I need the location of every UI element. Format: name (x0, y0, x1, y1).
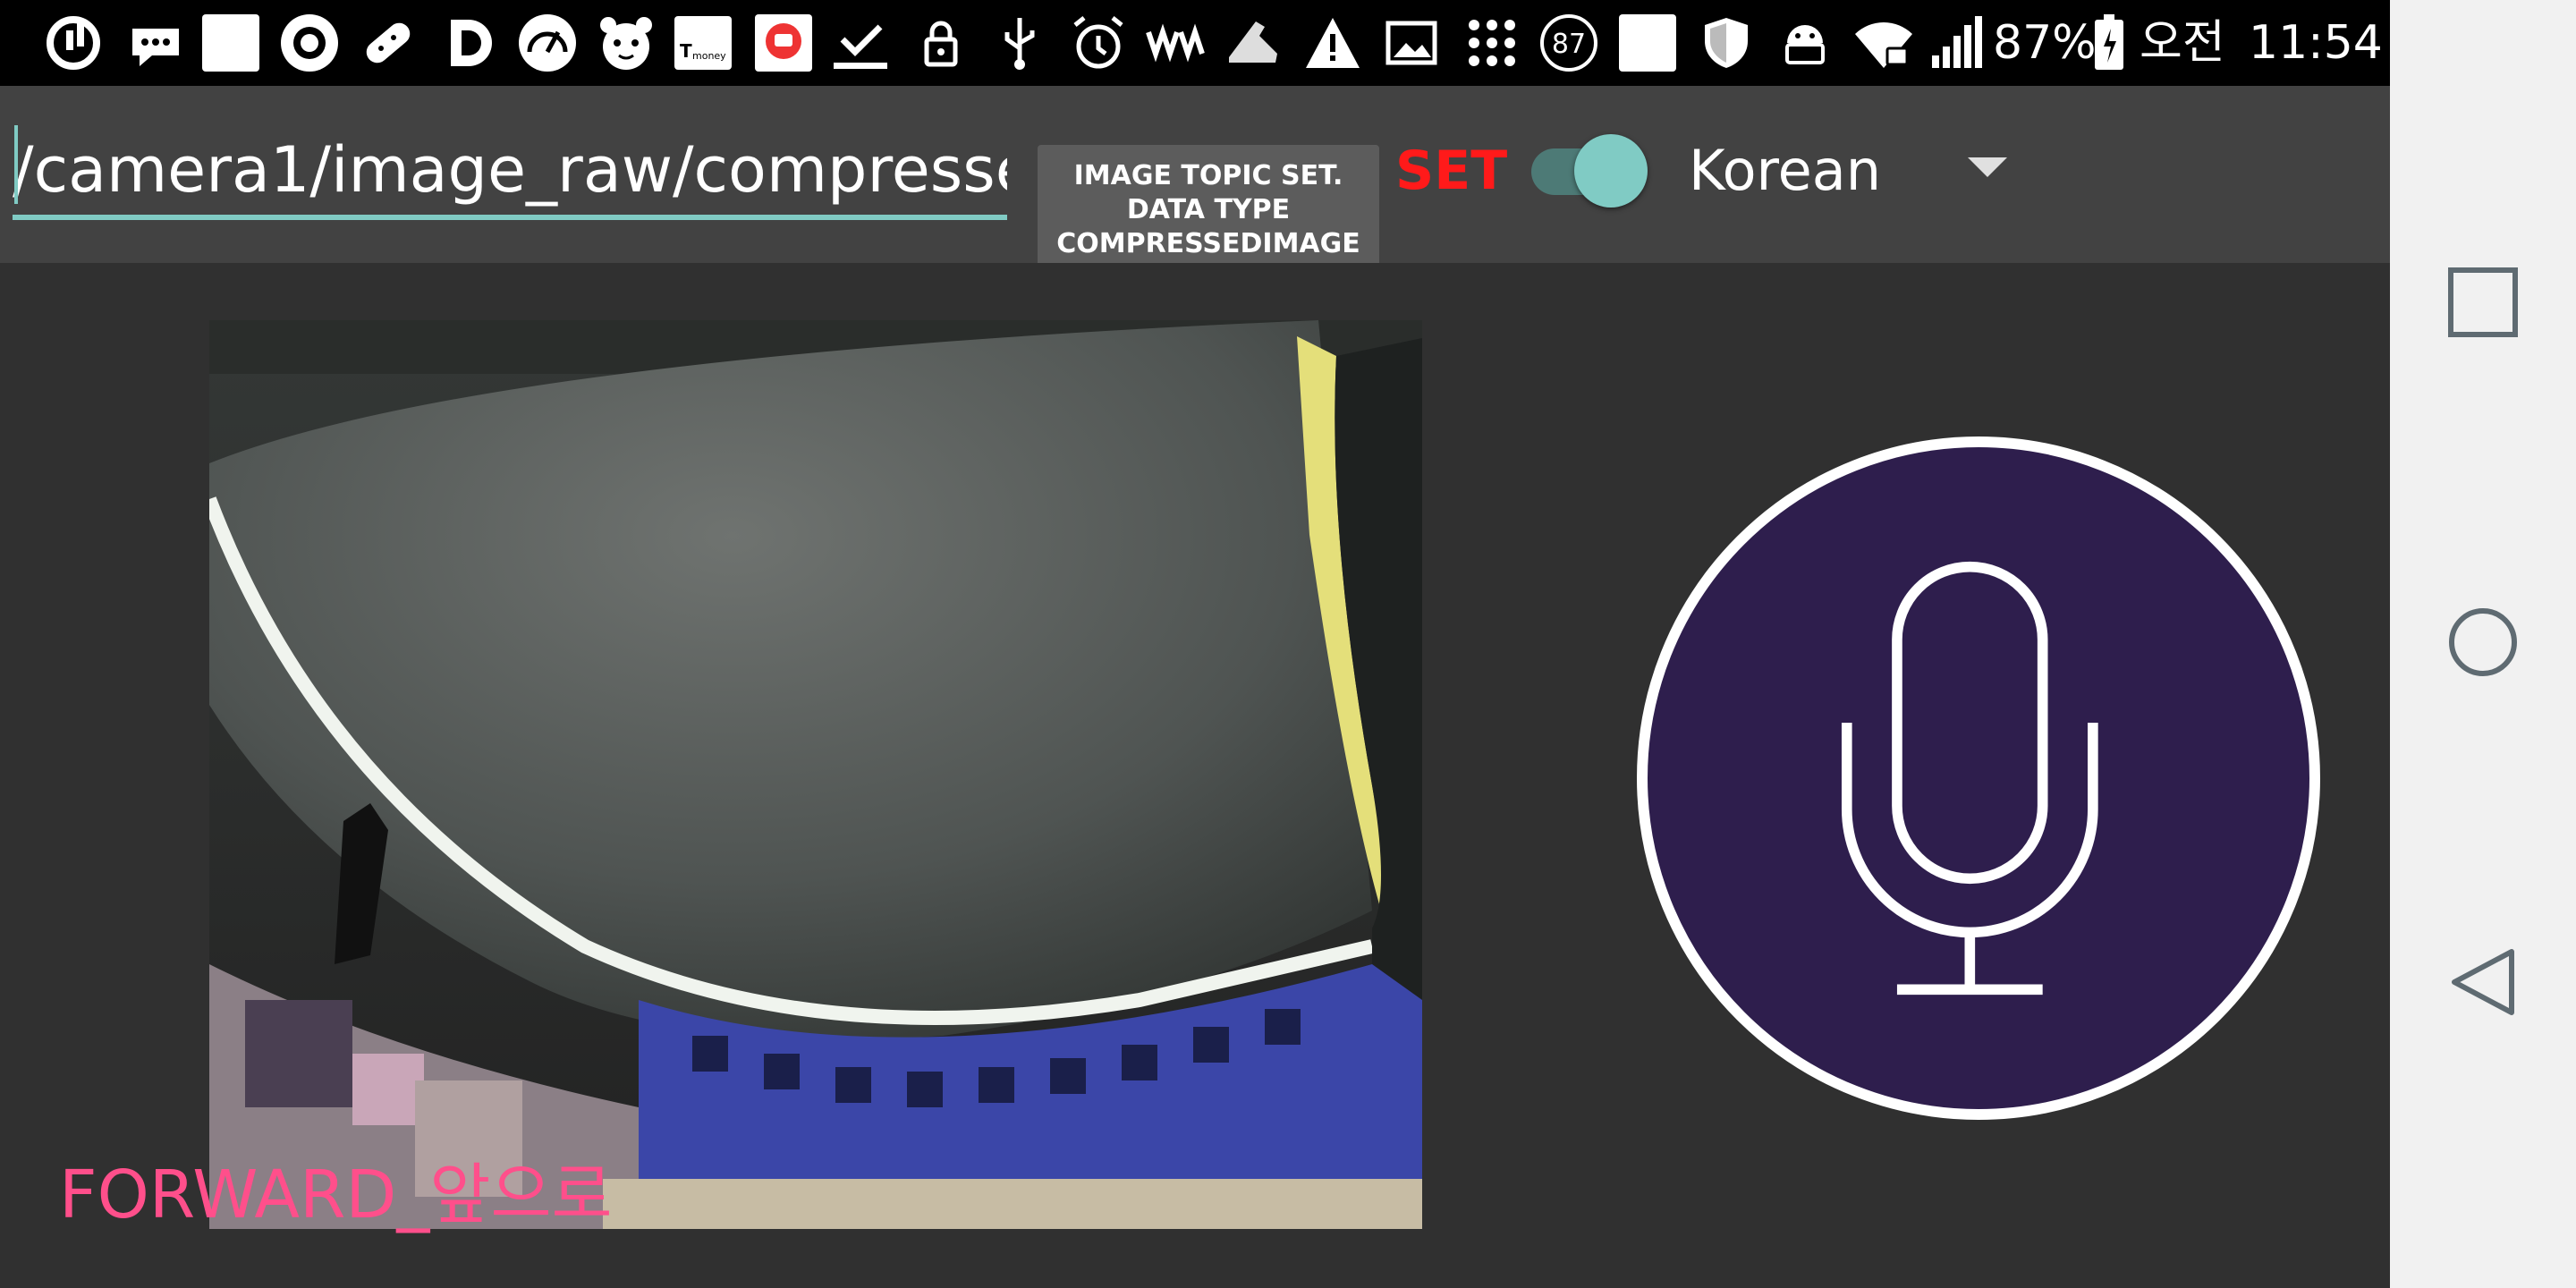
toolbar: IMAGE TOPIC SET. DATA TYPE COMPRESSEDIMA… (0, 86, 2390, 263)
navigation-bar (2390, 0, 2576, 1288)
topic-button-line1: IMAGE TOPIC SET. (1073, 159, 1343, 191)
back-triangle-icon[interactable] (2447, 946, 2519, 1018)
shoe-icon (1224, 13, 1284, 73)
home-circle-icon[interactable] (2447, 606, 2519, 678)
status-bar: Tmoney 87 87% 오전 11:54 (0, 0, 2390, 86)
recents-square-icon[interactable] (2447, 267, 2519, 338)
svg-text:T: T (680, 40, 692, 62)
switch-thumb[interactable] (1574, 134, 1648, 208)
voice-command-text: FORWARD_앞으로 (59, 1157, 613, 1233)
microphone-button[interactable] (1637, 436, 2320, 1120)
tiger-icon (596, 13, 657, 73)
message-icon (125, 13, 186, 73)
pill-icon (358, 13, 419, 73)
speedometer-icon (517, 13, 578, 73)
topic-button-line2: DATA TYPE (1126, 193, 1291, 225)
topic-input[interactable] (13, 125, 1007, 220)
download-icon (830, 13, 891, 73)
shield-icon (1696, 13, 1757, 73)
svg-text:money: money (692, 50, 726, 62)
set-label: SET (1395, 140, 1508, 202)
signal-icon (1927, 13, 1987, 73)
wavve-icon (1145, 13, 1206, 73)
blank-square-icon (1617, 13, 1678, 73)
usb-icon (989, 13, 1050, 73)
language-selected-value: Korean (1689, 138, 1882, 203)
wifi-icon (1853, 13, 1914, 73)
warning-icon (1302, 13, 1363, 73)
d-icon (442, 13, 503, 73)
battery-icon (2091, 13, 2127, 73)
bus-icon (753, 13, 814, 73)
target-icon (279, 13, 340, 73)
tmoney-icon: Tmoney (673, 13, 733, 73)
topic-button-line3: COMPRESSEDIMAGE (1056, 227, 1360, 259)
badge-count: 87 (1552, 29, 1586, 60)
android-icon (1775, 13, 1835, 73)
microphone-icon (1841, 561, 2098, 996)
clock-time: 11:54 (2249, 16, 2383, 70)
dropdown-arrow-icon[interactable] (1968, 157, 2007, 177)
text-cursor (14, 125, 18, 204)
lock-icon (911, 13, 971, 73)
clock-ampm: 오전 (2140, 16, 2225, 70)
apps-grid-icon (1462, 13, 1522, 73)
u-plus-icon (43, 13, 104, 73)
alarm-icon (1068, 13, 1129, 73)
image-icon (1381, 13, 1442, 73)
camera-image-view (209, 320, 1422, 1229)
image-topic-set-button[interactable]: IMAGE TOPIC SET. DATA TYPE COMPRESSEDIMA… (1038, 145, 1379, 263)
battery-percent: 87% (1993, 16, 2097, 70)
blank-icon (200, 13, 261, 73)
badge-87-icon: 87 (1538, 13, 1599, 73)
